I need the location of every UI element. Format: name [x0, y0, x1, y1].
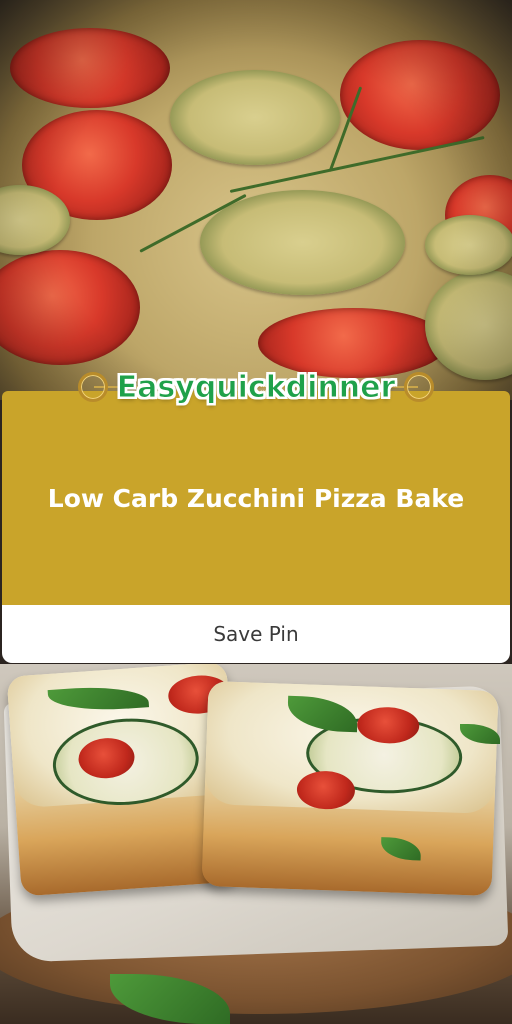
hero-photo-zucchini-tomato-bake: [0, 0, 512, 400]
brand-name: Easyquickdinner: [116, 369, 396, 405]
save-pin-label: Save Pin: [213, 622, 299, 646]
rosemary-sprig: [328, 86, 363, 173]
recipe-title: Low Carb Zucchini Pizza Bake: [47, 483, 465, 513]
basil-leaf: [380, 837, 422, 861]
tomato-slice: [0, 250, 140, 365]
rosemary-sprig: [229, 135, 485, 193]
zucchini-slice: [170, 70, 340, 165]
secondary-photo-sliced-bake: [0, 664, 512, 1024]
ring-icon: [404, 372, 434, 402]
zucchini-slice: [200, 190, 405, 295]
rosemary-sprig: [139, 193, 247, 253]
save-pin-button[interactable]: Save Pin: [2, 605, 510, 663]
tomato-slice: [445, 175, 512, 255]
bake-slice-right: [201, 681, 499, 896]
brand-banner: Easyquickdinner: [74, 362, 438, 412]
zucchini-slice: [425, 270, 512, 380]
recipe-title-card: Low Carb Zucchini Pizza Bake: [2, 391, 510, 605]
tomato-slice: [22, 110, 172, 220]
tomato-slice: [10, 28, 170, 108]
zucchini-slice: [425, 215, 512, 275]
tomato-slice: [340, 40, 500, 150]
ring-icon: [78, 372, 108, 402]
zucchini-slice: [0, 185, 70, 255]
